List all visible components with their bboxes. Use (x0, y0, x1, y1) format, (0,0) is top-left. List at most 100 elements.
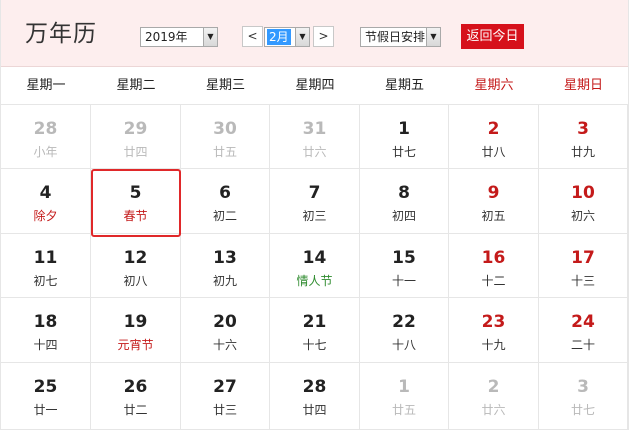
lunar-date: 十四 (33, 338, 58, 352)
day-number: 11 (33, 248, 58, 268)
lunar-date: 十六 (212, 338, 237, 352)
lunar-date: 初六 (570, 209, 595, 223)
day-cell[interactable]: 2 廿六 (449, 363, 539, 430)
back-to-today-button[interactable]: 返回今日 (461, 24, 524, 49)
lunar-date: 元宵节 (117, 338, 154, 352)
year-select-value: 2019年 (145, 30, 188, 44)
day-cell[interactable]: 14 情人节 (270, 234, 360, 298)
lunar-date: 初二 (212, 209, 237, 223)
lunar-date: 廿三 (212, 403, 237, 417)
lunar-date: 情人节 (296, 274, 333, 288)
day-cell[interactable]: 31 廿六 (270, 105, 360, 169)
weekday-label: 星期二 (116, 78, 156, 93)
day-cell[interactable]: 28 廿四 (270, 363, 360, 430)
lunar-date: 初五 (481, 209, 506, 223)
chevron-down-icon[interactable]: ▼ (426, 28, 440, 46)
day-cell[interactable]: 3 廿九 (539, 105, 628, 169)
lunar-date: 廿四 (302, 403, 327, 417)
lunar-date: 廿九 (570, 145, 595, 159)
day-cell[interactable]: 15 十一 (360, 234, 449, 298)
day-number: 2 (487, 377, 500, 397)
day-number: 25 (33, 377, 58, 397)
day-number: 26 (123, 377, 148, 397)
lunar-date: 廿七 (391, 145, 416, 159)
day-cell[interactable]: 29 廿四 (91, 105, 181, 169)
lunar-date: 廿一 (33, 403, 58, 417)
day-cell[interactable]: 6 初二 (181, 169, 270, 234)
day-number: 29 (123, 119, 148, 139)
day-cell[interactable]: 3 廿七 (539, 363, 628, 430)
day-cell[interactable]: 12 初八 (91, 234, 181, 298)
day-number: 18 (33, 312, 58, 332)
lunar-date: 十七 (302, 338, 327, 352)
weekday-label: 星期六 (474, 78, 514, 93)
holiday-schedule-select[interactable]: 节假日安排 ▼ (360, 27, 441, 47)
day-cell[interactable]: 9 初五 (449, 169, 539, 234)
prev-month-button[interactable]: < (242, 26, 263, 47)
day-number: 28 (302, 377, 327, 397)
day-cell[interactable]: 8 初四 (360, 169, 449, 234)
day-cell[interactable]: 24 二十 (539, 298, 628, 363)
day-number: 23 (481, 312, 506, 332)
day-cell[interactable]: 10 初六 (539, 169, 628, 234)
day-cell[interactable]: 23 十九 (449, 298, 539, 363)
lunar-date: 十八 (391, 338, 416, 352)
day-cell[interactable]: 7 初三 (270, 169, 360, 234)
day-cell[interactable]: 30 廿五 (181, 105, 270, 169)
weekday-header-row: 星期一 星期二 星期三 星期四 星期五 星期六 星期日 (1, 67, 628, 105)
day-number: 31 (302, 119, 327, 139)
day-number: 1 (398, 377, 410, 397)
day-cell[interactable]: 13 初九 (181, 234, 270, 298)
day-cell[interactable]: 2 廿八 (449, 105, 539, 169)
lunar-date: 除夕 (33, 209, 58, 223)
weekday-label: 星期一 (26, 78, 66, 93)
chevron-down-icon[interactable]: ▼ (203, 28, 217, 46)
day-cell[interactable]: 16 十二 (449, 234, 539, 298)
day-number: 10 (571, 183, 595, 203)
day-number: 17 (571, 248, 595, 268)
day-cell[interactable]: 25 廿一 (1, 363, 91, 430)
day-cell[interactable]: 17 十三 (539, 234, 628, 298)
day-number: 3 (577, 119, 589, 139)
day-cell[interactable]: 1 廿五 (360, 363, 449, 430)
day-number: 2 (487, 119, 500, 139)
day-cell[interactable]: 1 廿七 (360, 105, 449, 169)
lunar-date: 廿八 (481, 145, 506, 159)
day-number: 8 (398, 183, 410, 203)
lunar-date: 初三 (302, 209, 327, 223)
day-cell[interactable]: 21 十七 (270, 298, 360, 363)
day-cell[interactable]: 11 初七 (1, 234, 91, 298)
lunar-date: 廿四 (123, 145, 148, 159)
day-cell[interactable]: 26 廿二 (91, 363, 181, 430)
day-number: 3 (577, 377, 589, 397)
day-number: 12 (123, 248, 148, 268)
month-select[interactable]: 2月 ▼ (264, 27, 310, 47)
day-number: 28 (33, 119, 58, 139)
next-month-button[interactable]: > (313, 26, 334, 47)
day-cell[interactable]: 4 除夕 (1, 169, 91, 234)
day-cell[interactable]: 18 十四 (1, 298, 91, 363)
day-cell[interactable]: 19 元宵节 (91, 298, 181, 363)
year-select[interactable]: 2019年 ▼ (140, 27, 218, 47)
chevron-down-icon[interactable]: ▼ (295, 28, 309, 46)
lunar-date: 廿六 (481, 403, 506, 417)
weekday-label: 星期四 (295, 78, 335, 93)
day-number: 30 (213, 119, 237, 139)
day-number: 4 (39, 183, 52, 203)
day-number: 7 (308, 183, 321, 203)
calendar-header: 万年历 2019年 ▼ < 2月 ▼ > 节假日安排 ▼ 返回今日 (1, 0, 628, 67)
month-select-value: 2月 (267, 29, 291, 45)
day-cell[interactable]: 27 廿三 (181, 363, 270, 430)
day-cell[interactable]: 22 十八 (360, 298, 449, 363)
lunar-date: 十二 (481, 274, 506, 288)
holiday-select-value: 节假日安排 (365, 30, 426, 44)
weekday-label: 星期三 (205, 78, 245, 93)
day-cell-selected[interactable]: 5 春节 (91, 169, 181, 234)
day-number: 9 (487, 183, 500, 203)
day-cell[interactable]: 28 小年 (1, 105, 91, 169)
lunar-date: 廿七 (570, 403, 595, 417)
day-number: 13 (213, 248, 237, 268)
day-number: 15 (392, 248, 416, 268)
day-number: 22 (392, 312, 416, 332)
day-cell[interactable]: 20 十六 (181, 298, 270, 363)
